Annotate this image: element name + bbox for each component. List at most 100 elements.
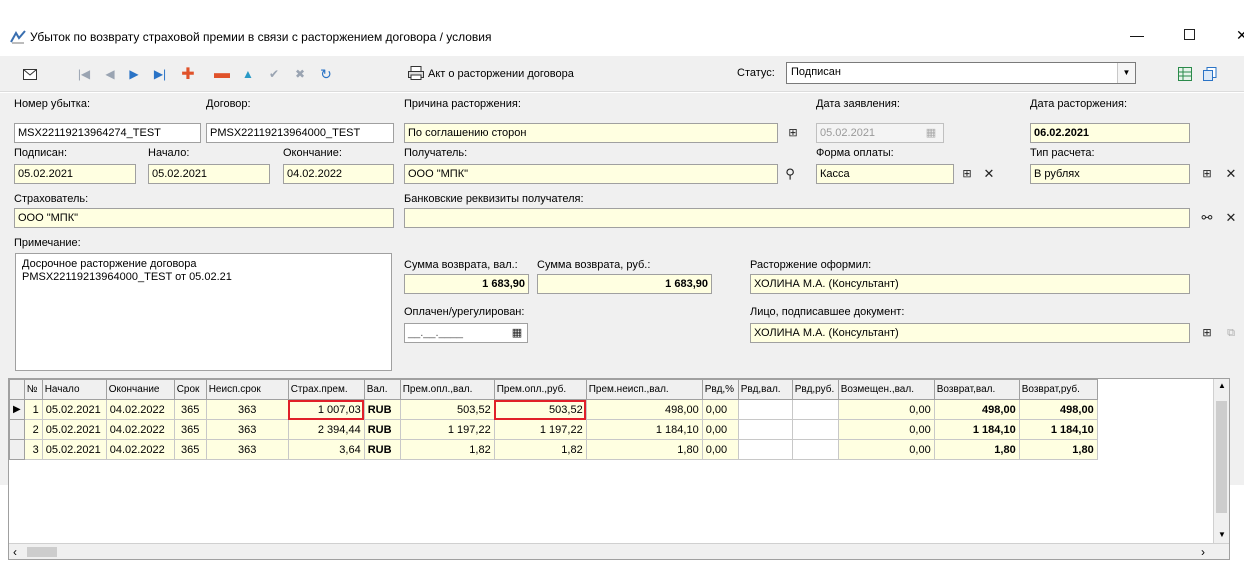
grid-cell[interactable]: 05.02.2021 xyxy=(41,399,107,420)
grid-cell[interactable]: 2 xyxy=(23,419,43,440)
col-header[interactable]: Начало xyxy=(41,379,107,400)
grid-cell[interactable]: 363 xyxy=(205,439,289,460)
grid-cell[interactable]: 365 xyxy=(173,419,207,440)
bank-details-field[interactable] xyxy=(404,208,1190,228)
grid-cell[interactable]: 04.02.2022 xyxy=(105,419,175,440)
calendar-icon[interactable]: ▦ xyxy=(922,124,940,142)
grid-cell[interactable] xyxy=(737,419,793,440)
grid-cell[interactable]: 04.02.2022 xyxy=(105,399,175,420)
col-header[interactable]: Рвд,% xyxy=(701,379,739,400)
grid-cell[interactable]: 3 xyxy=(23,439,43,460)
delete-record-icon[interactable]: ▬ xyxy=(212,64,232,84)
last-record-icon[interactable]: ▶| xyxy=(150,64,170,84)
col-header[interactable]: Рвд,руб. xyxy=(791,379,839,400)
tree-select-icon[interactable]: ⊞ xyxy=(1198,165,1216,183)
grid-cell[interactable] xyxy=(737,439,793,460)
minimize-button[interactable]: — xyxy=(1124,24,1150,46)
grid-cell[interactable]: 1 184,10 xyxy=(1018,419,1098,440)
maximize-button[interactable] xyxy=(1176,24,1202,46)
grid-cell-highlighted[interactable]: 1 007,03 xyxy=(287,399,365,420)
col-header[interactable]: Прем.опл.,руб. xyxy=(493,379,587,400)
status-select[interactable]: Подписан ▼ xyxy=(786,62,1136,84)
close-button[interactable]: ✕ xyxy=(1236,24,1244,46)
grid-cell[interactable]: 363 xyxy=(205,399,289,420)
binoculars-icon[interactable]: ⚯ xyxy=(1198,209,1216,227)
scroll-left-icon[interactable]: ‹ xyxy=(13,545,17,559)
grid-cell[interactable]: 1,80 xyxy=(933,439,1020,460)
col-header[interactable]: Срок xyxy=(173,379,207,400)
table-row[interactable]: 2 05.02.2021 04.02.2022 365 363 2 394,44… xyxy=(9,419,1098,440)
refund-rub-field[interactable]: 1 683,90 xyxy=(537,274,712,294)
add-record-icon[interactable]: ✚ xyxy=(178,64,198,84)
scroll-right-icon[interactable]: › xyxy=(1201,545,1205,559)
mail-icon[interactable] xyxy=(20,64,40,84)
scroll-up-icon[interactable]: ▲ xyxy=(1214,381,1229,390)
col-header[interactable]: Прем.опл.,вал. xyxy=(399,379,495,400)
grid-cell[interactable] xyxy=(791,439,839,460)
refresh-icon[interactable]: ↻ xyxy=(316,64,336,84)
note-textarea[interactable]: Досрочное расторжение договора PMSX22119… xyxy=(15,253,392,371)
tree-select-icon[interactable]: ⊞ xyxy=(1198,324,1216,342)
grid-cell[interactable]: 0,00 xyxy=(837,419,935,440)
contract-field[interactable]: PMSX22119213964000_TEST xyxy=(206,123,394,143)
grid-cell[interactable]: 1,82 xyxy=(399,439,495,460)
grid-cell[interactable] xyxy=(791,399,839,420)
reason-field[interactable]: По соглашению сторон xyxy=(404,123,778,143)
grid-cell[interactable]: 2 394,44 xyxy=(287,419,365,440)
grid-cell[interactable]: 0,00 xyxy=(837,399,935,420)
prev-record-icon[interactable]: ◀ xyxy=(100,64,120,84)
grid-cell[interactable]: 365 xyxy=(173,399,207,420)
signer-field[interactable]: ХОЛИНА М.А. (Консультант) xyxy=(750,323,1190,343)
grid-cell[interactable]: 1 184,10 xyxy=(585,419,703,440)
grid-cell-highlighted[interactable]: 503,52 xyxy=(493,399,587,420)
col-header[interactable]: Возврат,руб. xyxy=(1018,379,1098,400)
col-header[interactable]: Возврат,вал. xyxy=(933,379,1020,400)
grid-cell[interactable]: 498,00 xyxy=(933,399,1020,420)
grid-cell[interactable]: 1 197,22 xyxy=(493,419,587,440)
chevron-down-icon[interactable]: ▼ xyxy=(1117,63,1135,83)
clear-icon[interactable]: ✕ xyxy=(1222,209,1240,227)
col-header[interactable]: Страх.прем. xyxy=(287,379,365,400)
scroll-down-icon[interactable]: ▼ xyxy=(1214,530,1229,539)
table-row[interactable]: ▶ 1 05.02.2021 04.02.2022 365 363 1 007,… xyxy=(9,399,1098,420)
grid-cell[interactable]: RUB xyxy=(363,419,401,440)
table-row[interactable]: 3 05.02.2021 04.02.2022 365 363 3,64 RUB… xyxy=(9,439,1098,460)
copy-icon[interactable] xyxy=(1200,64,1220,84)
grid-cell[interactable]: 363 xyxy=(205,419,289,440)
grid-cell[interactable]: 1,82 xyxy=(493,439,587,460)
calendar-icon[interactable]: ▦ xyxy=(508,324,526,342)
grid-cell[interactable]: RUB xyxy=(363,439,401,460)
grid-cell[interactable]: 0,00 xyxy=(701,419,739,440)
tree-select-icon[interactable]: ⊞ xyxy=(784,124,802,142)
grid-cell[interactable]: 0,00 xyxy=(837,439,935,460)
grid-cell[interactable]: 04.02.2022 xyxy=(105,439,175,460)
loss-number-field[interactable]: MSX22119213964274_TEST xyxy=(14,123,201,143)
start-field[interactable]: 05.02.2021 xyxy=(148,164,270,184)
grid-cell[interactable] xyxy=(737,399,793,420)
grid-cell[interactable]: 05.02.2021 xyxy=(41,419,107,440)
scroll-thumb[interactable] xyxy=(27,547,57,557)
grid-cell[interactable]: 1 197,22 xyxy=(399,419,495,440)
grid-cell[interactable]: 3,64 xyxy=(287,439,365,460)
grid-cell[interactable]: 498,00 xyxy=(585,399,703,420)
insurer-field[interactable]: ООО "МПК" xyxy=(14,208,394,228)
grid-cell[interactable]: 0,00 xyxy=(701,439,739,460)
refund-cur-field[interactable]: 1 683,90 xyxy=(404,274,529,294)
grid-cell[interactable]: 1,80 xyxy=(1018,439,1098,460)
search-icon[interactable]: ⚲ xyxy=(781,165,799,183)
payment-form-field[interactable]: Касса xyxy=(816,164,954,184)
scroll-thumb[interactable] xyxy=(1216,401,1227,513)
col-header[interactable]: Окончание xyxy=(105,379,175,400)
col-header[interactable]: Возмещен.,вал. xyxy=(837,379,935,400)
col-header[interactable]: Вал. xyxy=(363,379,401,400)
grid-cell[interactable]: 1 184,10 xyxy=(933,419,1020,440)
col-header[interactable]: № xyxy=(23,379,43,400)
calc-type-field[interactable]: В рублях xyxy=(1030,164,1190,184)
vertical-scrollbar[interactable]: ▲ ▼ xyxy=(1213,379,1229,559)
horizontal-scrollbar[interactable]: ‹ › xyxy=(9,543,1229,559)
col-header[interactable]: Рвд,вал. xyxy=(737,379,793,400)
next-record-icon[interactable]: ▶ xyxy=(124,64,144,84)
grid-cell[interactable]: 365 xyxy=(173,439,207,460)
executed-by-field[interactable]: ХОЛИНА М.А. (Консультант) xyxy=(750,274,1190,294)
grid-cell[interactable]: 0,00 xyxy=(701,399,739,420)
